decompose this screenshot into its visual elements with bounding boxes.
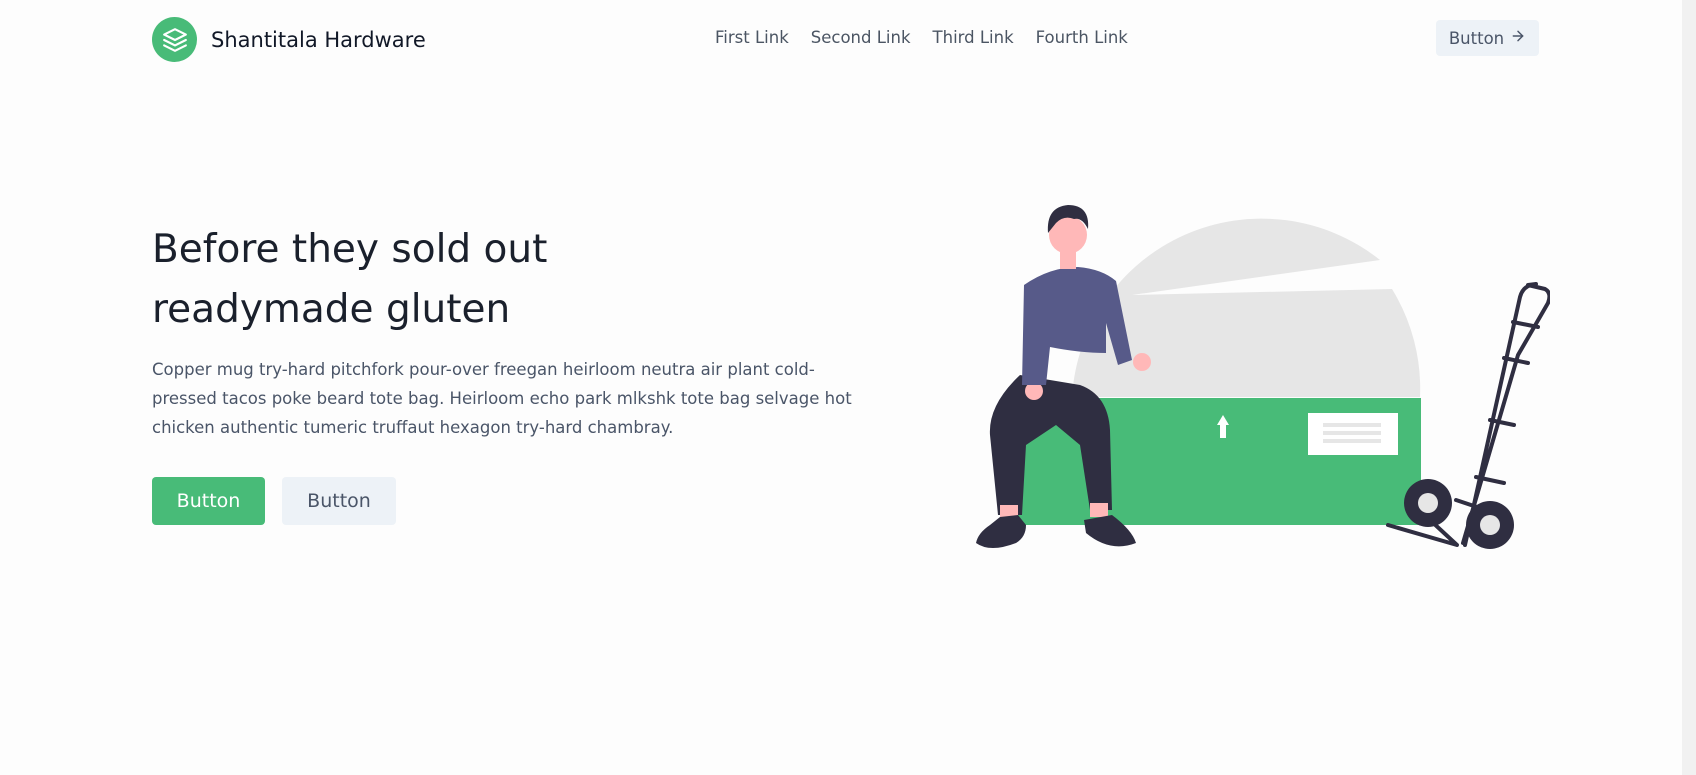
layers-icon xyxy=(152,17,197,62)
hand-truck-wheels xyxy=(1404,479,1514,549)
header-button-label: Button xyxy=(1448,28,1505,48)
primary-button[interactable]: Button xyxy=(152,477,265,525)
hero-title-line-1: Before they sold out xyxy=(152,227,548,272)
page: Shantitala Hardware First Link Second Li… xyxy=(0,0,1696,775)
brand-link[interactable]: Shantitala Hardware xyxy=(152,17,426,62)
hero-description: Copper mug try-hard pitchfork pour-over … xyxy=(152,360,852,437)
nav-link-third[interactable]: Third Link xyxy=(933,28,1014,47)
main-nav: First Link Second Link Third Link Fourth… xyxy=(715,28,1128,47)
backdrop-shape xyxy=(1072,218,1421,397)
nav-link-first[interactable]: First Link xyxy=(715,28,789,47)
vertical-scrollbar[interactable] xyxy=(1682,0,1696,775)
nav-link-second[interactable]: Second Link xyxy=(811,28,911,47)
site-header: Shantitala Hardware First Link Second Li… xyxy=(0,0,1696,80)
nav-link-fourth[interactable]: Fourth Link xyxy=(1036,28,1128,47)
hero-illustration xyxy=(976,205,1550,549)
hero-title: Before they sold out readymade gluten xyxy=(152,220,712,340)
arrow-right-icon xyxy=(1510,28,1526,48)
hero-title-line-2: readymade gluten xyxy=(152,287,511,332)
secondary-button[interactable]: Button xyxy=(282,477,396,525)
brand-name: Shantitala Hardware xyxy=(211,27,426,52)
header-button[interactable]: Button xyxy=(1436,20,1539,56)
